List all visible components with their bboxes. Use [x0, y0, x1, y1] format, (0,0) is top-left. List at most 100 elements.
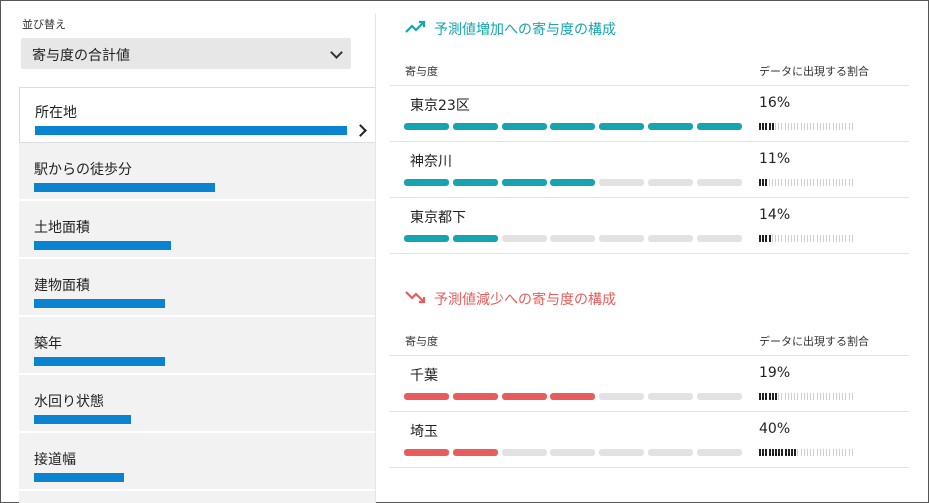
ratio-tick — [794, 179, 796, 186]
ratio-tick — [797, 179, 799, 186]
trend-down-icon — [405, 291, 426, 304]
ratio-tick — [829, 393, 831, 400]
ratio-tick — [845, 179, 847, 186]
ratio-tick — [848, 179, 850, 186]
contribution-segments — [404, 449, 742, 456]
ratio-tick — [771, 235, 773, 242]
ratio-tick — [826, 179, 828, 186]
feature-contribution-bar — [34, 415, 131, 424]
trend-up-icon — [405, 20, 426, 33]
ratio-tick — [781, 393, 783, 400]
ratio-tick — [803, 123, 805, 130]
ratio-indicator — [759, 393, 855, 400]
contribution-segment — [404, 449, 449, 456]
contribution-segment — [599, 235, 645, 242]
feature-label: 土地面積 — [34, 220, 90, 236]
ratio-tick — [787, 123, 789, 130]
contribution-segment — [696, 235, 742, 242]
feature-item[interactable]: 接道幅 — [19, 435, 376, 491]
divider — [390, 197, 909, 198]
ratio-tick — [832, 449, 834, 456]
ratio-tick — [791, 393, 792, 400]
ratio-tick — [835, 123, 837, 130]
ratio-tick — [848, 393, 850, 400]
ratio-tick — [794, 393, 796, 400]
ratio-tick — [759, 449, 761, 456]
contribution-segment — [452, 393, 498, 400]
contribution-segment — [501, 449, 547, 456]
row-percent: 19% — [759, 365, 791, 381]
decrease-title-text: 予測値減少への寄与度の構成 — [434, 292, 616, 308]
ratio-tick — [823, 449, 824, 456]
contribution-segment — [452, 123, 498, 130]
ratio-tick — [784, 393, 786, 400]
contribution-segment — [501, 123, 547, 130]
ratio-tick — [845, 235, 847, 242]
feature-item[interactable]: 建物面積 — [19, 261, 376, 317]
row-category-name: 東京都下 — [410, 210, 466, 226]
contribution-segment — [452, 449, 498, 456]
ratio-indicator — [759, 449, 855, 456]
contribution-segments — [404, 393, 742, 400]
ratio-tick — [810, 449, 812, 456]
feature-label: 築年 — [34, 336, 62, 352]
ratio-tick — [819, 449, 821, 456]
ratio-tick — [771, 393, 774, 400]
panel-divider — [375, 14, 376, 503]
ratio-tick — [797, 449, 799, 456]
ratio-tick — [851, 123, 853, 130]
contribution-segment — [404, 123, 449, 130]
ratio-tick — [765, 123, 768, 130]
ratio-tick — [762, 179, 765, 186]
contribution-segments — [404, 235, 742, 242]
feature-item[interactable]: 土地面積 — [19, 203, 376, 259]
feature-item[interactable]: 駅からの徒歩分 — [19, 145, 376, 201]
ratio-tick — [810, 123, 812, 130]
ratio-indicator — [759, 123, 855, 130]
ratio-tick — [778, 449, 781, 456]
ratio-tick — [842, 393, 844, 400]
row-percent: 11% — [759, 151, 791, 167]
ratio-tick — [775, 123, 776, 130]
ratio-tick — [771, 179, 773, 186]
ratio-tick — [759, 179, 761, 186]
decrease-col-ratio: データに出現する割合 — [759, 335, 869, 348]
ratio-tick — [771, 123, 774, 130]
sort-panel: 並び替え 寄与度の合計値 所在地 駅からの徒歩分 土地面積 建物面積 築年 水回り状態 接道… — [19, 0, 376, 503]
divider — [390, 467, 909, 468]
ratio-tick — [797, 235, 799, 242]
ratio-tick — [787, 235, 789, 242]
sort-select[interactable]: 寄与度の合計値 — [21, 38, 351, 69]
ratio-tick — [803, 449, 805, 456]
ratio-tick — [775, 449, 777, 456]
ratio-tick — [771, 449, 774, 456]
feature-item[interactable]: 所在地 — [19, 87, 376, 143]
contribution-segment — [550, 179, 596, 186]
ratio-tick — [797, 123, 799, 130]
feature-item[interactable]: 築年 — [19, 319, 376, 375]
contribution-segment — [452, 235, 498, 242]
ratio-tick — [787, 393, 789, 400]
feature-label: 水回り状態 — [34, 394, 104, 410]
ratio-tick — [851, 235, 853, 242]
contribution-segment — [550, 235, 596, 242]
ratio-tick — [842, 235, 844, 242]
ratio-tick — [791, 179, 792, 186]
ratio-tick — [794, 235, 796, 242]
ratio-tick — [807, 393, 808, 400]
feature-item[interactable]: 水回り状態 — [19, 377, 376, 433]
ratio-tick — [829, 235, 831, 242]
feature-contribution-bar — [34, 183, 215, 192]
contribution-segment — [550, 449, 596, 456]
contribution-segment — [696, 393, 742, 400]
row-percent: 40% — [759, 421, 791, 437]
ratio-tick — [762, 393, 765, 400]
ratio-tick — [791, 123, 792, 130]
ratio-tick — [813, 235, 815, 242]
ratio-tick — [839, 393, 840, 400]
contribution-segment — [696, 123, 742, 130]
ratio-tick — [759, 393, 761, 400]
ratio-tick — [842, 449, 844, 456]
ratio-tick — [848, 235, 850, 242]
ratio-tick — [775, 393, 777, 400]
